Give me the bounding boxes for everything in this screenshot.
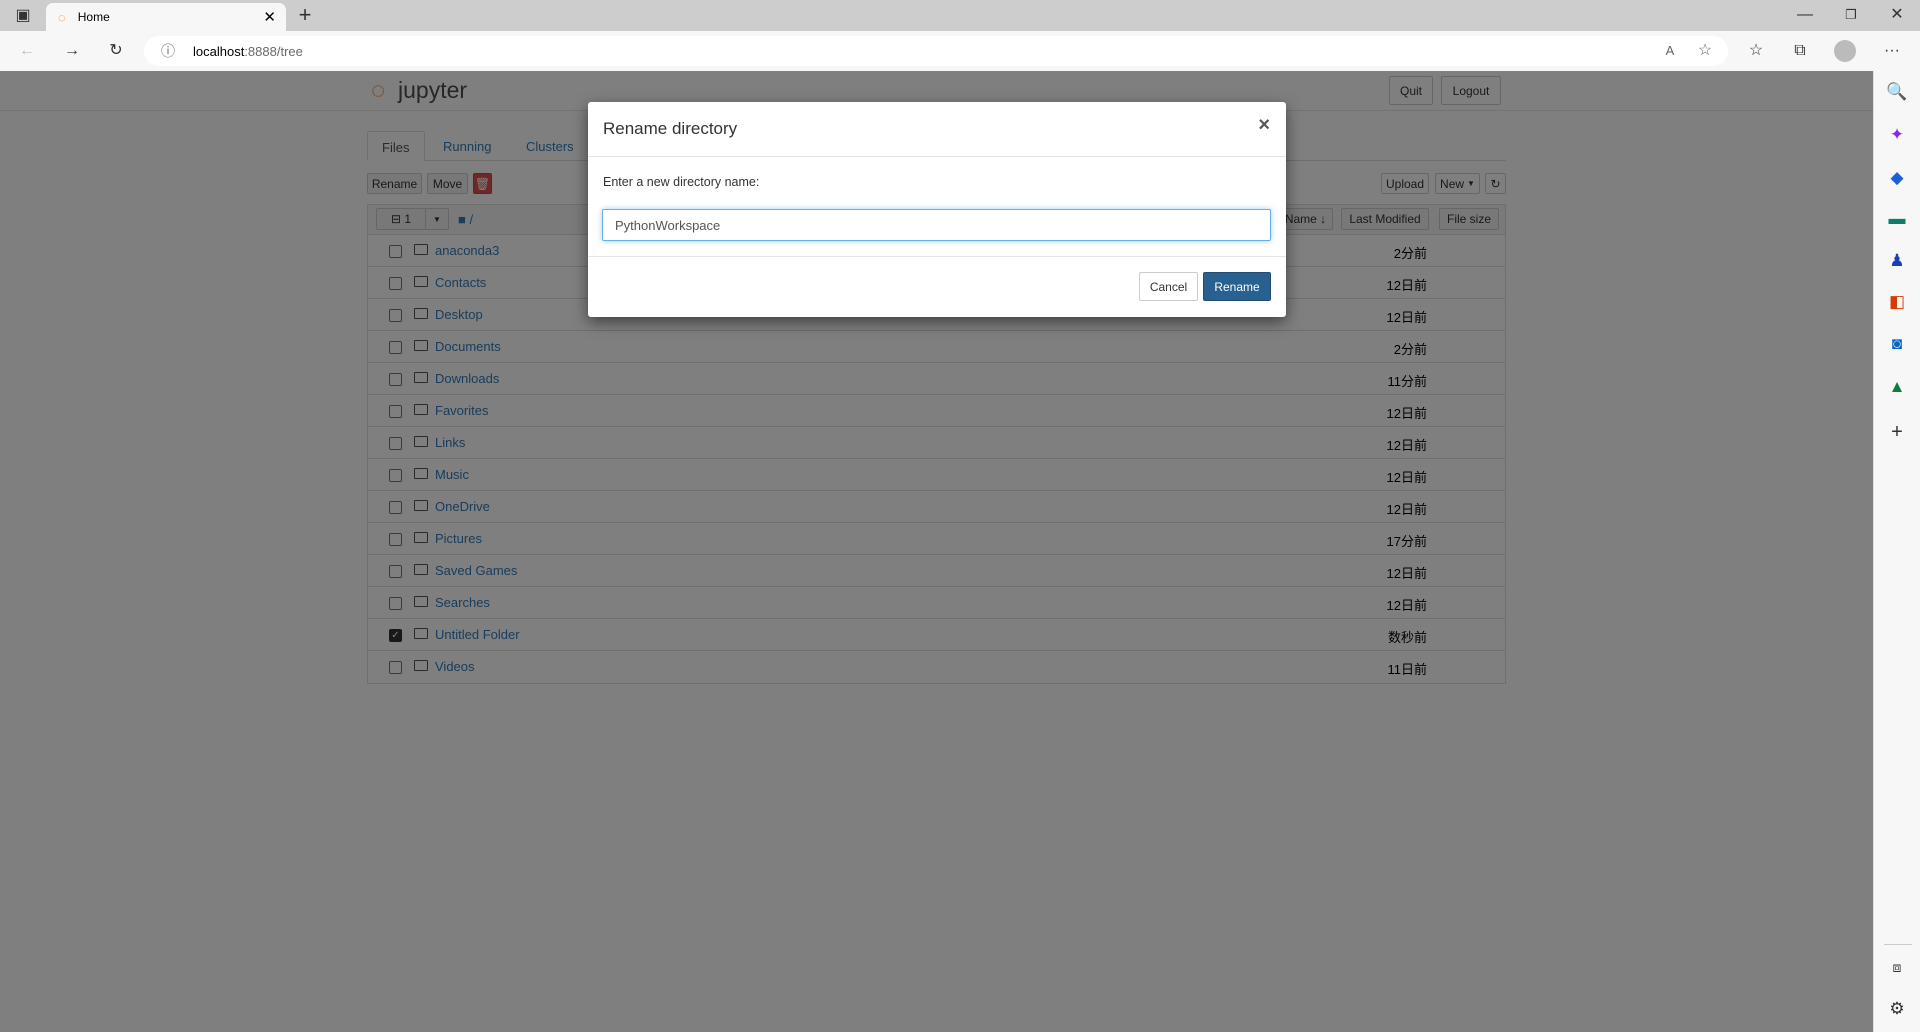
directory-name-input[interactable] (602, 209, 1271, 241)
favorites-icon[interactable]: ☆ (1744, 39, 1768, 63)
close-icon[interactable]: × (1258, 114, 1270, 137)
search-icon[interactable]: 🔍 (1885, 80, 1909, 104)
browser-tab-home[interactable]: ◌ Home ✕ (46, 3, 286, 31)
dialog-label: Enter a new directory name: (603, 175, 760, 189)
edge-sidebar: 🔍 ✦ ◆ ▬ ♟ ◧ ◙ ▲ + ⧈ ⚙ (1873, 71, 1920, 1032)
profile-icon[interactable] (1834, 40, 1856, 62)
back-icon[interactable]: ← (15, 39, 39, 63)
settings-icon[interactable]: ⚙ (1885, 997, 1909, 1021)
office-icon[interactable]: ◧ (1885, 290, 1909, 314)
read-aloud-icon[interactable]: A (1658, 39, 1682, 63)
games-icon[interactable]: ♟ (1885, 249, 1909, 273)
dialog-title: Rename directory (603, 119, 738, 138)
outlook-icon[interactable]: ◙ (1885, 332, 1909, 356)
new-tab-icon[interactable]: + (293, 3, 317, 27)
tree-icon[interactable]: ▲ (1885, 375, 1909, 399)
split-screen-icon[interactable]: ⧈ (1885, 955, 1909, 979)
info-icon[interactable]: ⓘ (156, 39, 180, 63)
copilot-icon[interactable]: ✦ (1885, 123, 1909, 147)
add-favorite-icon[interactable]: ☆ (1693, 39, 1717, 63)
rename-confirm-button[interactable]: Rename (1203, 272, 1271, 301)
sidebar-toggle-icon[interactable]: ▣ (11, 4, 35, 28)
browser-tab-bar: ▣ ◌ Home ✕ + — ❐ ✕ (0, 0, 1920, 31)
tools-icon[interactable]: ▬ (1885, 207, 1909, 231)
collections-icon[interactable]: ⧉ (1788, 39, 1812, 63)
cancel-button[interactable]: Cancel (1139, 272, 1198, 301)
close-tab-icon[interactable]: ✕ (263, 8, 276, 26)
jupyter-favicon: ◌ (58, 9, 66, 25)
reload-icon[interactable]: ↻ (104, 39, 128, 63)
address-bar-row: ← → ↻ ⓘ localhost:8888/tree A ☆ ☆ ⧉ ··· (0, 31, 1920, 71)
forward-icon[interactable]: → (60, 39, 84, 63)
minimize-icon[interactable]: — (1793, 3, 1817, 27)
more-icon[interactable]: ··· (1880, 39, 1904, 63)
url-text: localhost:8888/tree (193, 44, 303, 59)
address-bar[interactable]: ⓘ localhost:8888/tree A ☆ (144, 36, 1728, 66)
add-icon[interactable]: + (1885, 420, 1909, 444)
window-close-icon[interactable]: ✕ (1885, 3, 1909, 27)
restore-icon[interactable]: ❐ (1839, 3, 1863, 27)
sidebar-divider (1884, 944, 1912, 945)
shopping-icon[interactable]: ◆ (1885, 166, 1909, 190)
rename-directory-dialog: Rename directory × Enter a new directory… (588, 102, 1286, 317)
